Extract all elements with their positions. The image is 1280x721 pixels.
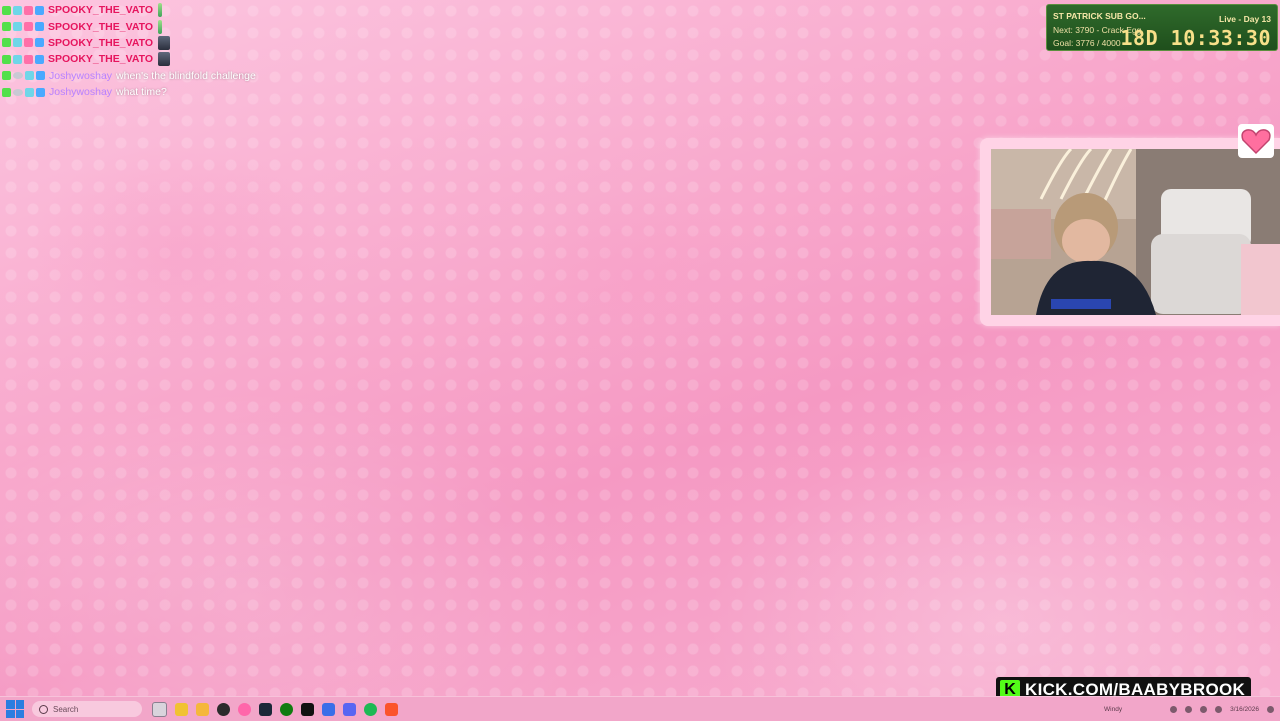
discord-icon[interactable] [343, 702, 356, 716]
chat-username: SPOOKY_THE_VATO [48, 4, 154, 17]
user-badges [2, 5, 44, 15]
steam-icon[interactable] [259, 702, 272, 716]
user-badges [2, 87, 45, 97]
xbox-icon[interactable] [280, 702, 293, 716]
goal-progress-text: Goal: 3776 / 4000 [1053, 38, 1121, 48]
user-badges [2, 71, 45, 81]
chat-username: Joshywoshay [49, 69, 113, 82]
system-tray: Windy 3/16/2026 [1104, 697, 1274, 721]
chat-message: Joshywoshay what time? [2, 84, 302, 100]
chat-username: SPOOKY_THE_VATO [48, 36, 154, 49]
pinned-apps [152, 701, 398, 717]
chat-username: SPOOKY_THE_VATO [48, 53, 154, 66]
emote-icon [158, 19, 163, 34]
volume-icon[interactable] [1215, 705, 1223, 713]
search-placeholder: Search [53, 704, 79, 714]
emote-icon [158, 35, 171, 50]
desktop-wallpaper [0, 0, 1280, 696]
taskbar-search[interactable]: Search [32, 701, 142, 717]
obs-icon[interactable] [217, 702, 230, 716]
user-badges [2, 38, 44, 48]
clock[interactable]: 3/16/2026 [1230, 706, 1259, 713]
tiktok-icon[interactable] [301, 702, 314, 716]
heart-icon [1238, 124, 1274, 158]
sub-goal-title: ST PATRICK SUB GO... [1053, 11, 1146, 21]
taskbar: Search Windy 3/16/2026 [0, 696, 1280, 721]
weather-widget[interactable]: Windy [1104, 706, 1122, 713]
search-icon [39, 704, 48, 714]
live-day-label: Live - Day 13 [1219, 14, 1271, 24]
emote-icon [158, 52, 171, 67]
chevron-up-icon[interactable] [1170, 705, 1178, 713]
chat-text: when's the blindfold challenge [116, 69, 256, 82]
chat-username: Joshywoshay [49, 86, 113, 99]
network-icon[interactable] [1200, 705, 1208, 713]
chat-message: SPOOKY_THE_VATO [2, 51, 302, 67]
file-explorer-icon[interactable] [196, 702, 209, 716]
chat-message: SPOOKY_THE_VATO [2, 18, 302, 34]
chat-message: SPOOKY_THE_VATO [2, 35, 302, 51]
chat-username: SPOOKY_THE_VATO [48, 20, 154, 33]
osu-icon[interactable] [238, 702, 251, 716]
subathon-timer: 18D 10:33:30 [1120, 26, 1271, 50]
date-label: 3/16/2026 [1230, 705, 1259, 713]
sticky-notes-icon[interactable] [175, 702, 188, 716]
spotify-icon[interactable] [364, 702, 377, 716]
emote-icon [158, 3, 163, 18]
chat-message: SPOOKY_THE_VATO [2, 2, 302, 18]
webcam-scene [991, 149, 1280, 315]
task-view-icon[interactable] [152, 701, 167, 717]
wallpaper-shading [0, 0, 1280, 696]
chat-message: Joshywoshay when's the blindfold challen… [2, 68, 302, 84]
webcam-video [991, 149, 1280, 315]
notification-icon[interactable] [1267, 705, 1274, 713]
bluetooth-icon[interactable] [1185, 705, 1193, 713]
user-badges [2, 54, 44, 64]
start-icon[interactable] [6, 700, 24, 718]
chat-text: what time? [116, 86, 167, 99]
brave-icon[interactable] [385, 702, 398, 716]
chat-overlay: SPOOKY_THE_VATO SPOOKY_THE_VATO SPOOKY_T… [2, 2, 302, 100]
user-badges [2, 22, 44, 32]
subathon-widget: ST PATRICK SUB GO... Live - Day 13 Next:… [1046, 4, 1278, 51]
stream-tool-icon[interactable] [322, 702, 335, 716]
